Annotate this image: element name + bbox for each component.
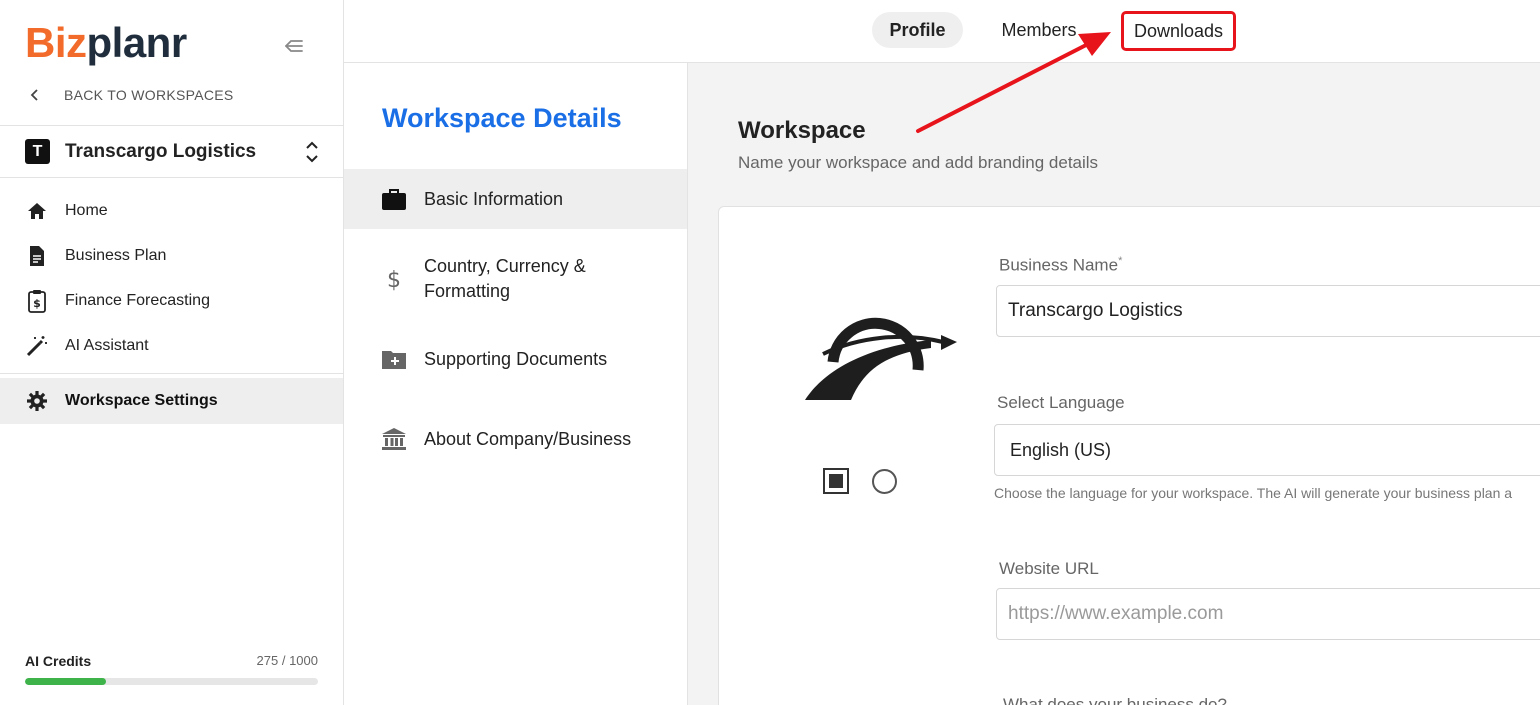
language-select[interactable]: English (US)	[994, 424, 1540, 476]
ai-credits-label: AI Credits	[25, 653, 92, 669]
workspace-logo-image[interactable]	[803, 292, 959, 407]
business-name-label: Business Name*	[999, 255, 1122, 276]
workspace-switcher[interactable]: T Transcargo Logistics	[0, 125, 343, 178]
ai-credits: AI Credits 275 / 1000	[25, 653, 318, 685]
language-help-text: Choose the language for your workspace. …	[994, 485, 1513, 501]
svg-text:$: $	[33, 297, 41, 310]
logo-circle-option[interactable]	[872, 469, 897, 494]
sidebar-item-label: Business Plan	[65, 246, 167, 264]
main-content: Workspace Name your workspace and add br…	[688, 63, 1540, 705]
bank-icon	[381, 426, 407, 452]
sidebar-item-workspace-settings[interactable]: Workspace Settings	[0, 378, 343, 424]
svg-text:$: $	[387, 268, 401, 292]
clipboard-dollar-icon: $	[25, 289, 49, 313]
document-icon	[25, 244, 49, 268]
sidebar-item-business-plan[interactable]: Business Plan	[0, 233, 343, 278]
dollar-icon: $	[381, 266, 407, 292]
home-icon	[25, 199, 49, 223]
logo-square-option[interactable]	[823, 468, 849, 494]
gear-icon	[25, 389, 49, 413]
subnav-item-label-line2: Formatting	[424, 281, 511, 301]
back-to-workspaces-label: BACK TO WORKSPACES	[64, 87, 234, 103]
chevron-left-icon	[30, 89, 38, 101]
collapse-sidebar-button[interactable]	[280, 33, 306, 59]
logo-text-biz: Biz	[25, 19, 87, 66]
business-name-input[interactable]: Transcargo Logistics	[996, 285, 1540, 337]
page-title: Workspace	[738, 117, 866, 144]
business-description-label: What does your business do?	[1003, 695, 1227, 705]
ai-credits-progress	[25, 678, 318, 685]
workspace-form-card: Business Name* Transcargo Logistics Sele…	[718, 206, 1540, 705]
subnav-item-label: About Company/Business	[424, 428, 632, 449]
chevron-up-down-icon	[306, 141, 318, 163]
workspace-details-title: Workspace Details	[382, 103, 622, 133]
sidebar-divider	[0, 373, 343, 374]
app-window: Bizplanr BACK TO WORKSPACES T Transcargo…	[0, 0, 1540, 705]
subnav-item-supporting-documents[interactable]: Supporting Documents	[344, 329, 687, 389]
website-url-label: Website URL	[999, 559, 1099, 578]
tab-profile[interactable]: Profile	[872, 12, 963, 48]
tab-members[interactable]: Members	[989, 12, 1089, 48]
subnav-item-about-company[interactable]: About Company/Business	[344, 409, 687, 469]
business-name-label-text: Business Name	[999, 255, 1119, 275]
page-subtitle: Name your workspace and add branding det…	[738, 153, 1099, 172]
tab-downloads[interactable]: Downloads	[1121, 11, 1236, 51]
logo-text-planr: planr	[86, 19, 188, 66]
workspace-avatar: T	[25, 139, 50, 164]
sidebar-item-label: Home	[65, 201, 108, 219]
subnav-item-label: Basic Information	[424, 188, 564, 209]
collapse-menu-icon	[285, 40, 303, 52]
website-url-input[interactable]: https://www.example.com	[996, 588, 1540, 640]
subnav-item-label: Supporting Documents	[424, 348, 608, 369]
ai-credits-progress-fill	[25, 678, 106, 685]
bizplanr-logo[interactable]: Bizplanr	[25, 18, 187, 68]
workspace-name: Transcargo Logistics	[65, 140, 257, 162]
language-label: Select Language	[997, 393, 1125, 412]
top-tab-bar: Profile Members Downloads	[344, 0, 1540, 63]
sidebar-item-home[interactable]: Home	[0, 188, 343, 233]
briefcase-icon	[381, 186, 407, 212]
sidebar-item-label: Finance Forecasting	[65, 291, 210, 309]
sidebar-item-ai-assistant[interactable]: AI Assistant	[0, 323, 343, 368]
magic-wand-icon	[25, 334, 49, 358]
sidebar-item-label: Workspace Settings	[65, 392, 218, 409]
workspace-details-nav: Workspace Details Basic Information $ Co…	[344, 63, 688, 705]
subnav-item-label-group: Country, Currency & Formatting	[424, 254, 586, 304]
required-mark: *	[1118, 255, 1123, 267]
ai-credits-value: 275 / 1000	[256, 653, 318, 668]
logo-square-option-selected	[829, 474, 843, 488]
sidebar-item-finance-forecasting[interactable]: $ Finance Forecasting	[0, 278, 343, 323]
back-to-workspaces-link[interactable]: BACK TO WORKSPACES	[28, 84, 234, 106]
sidebar: Bizplanr BACK TO WORKSPACES T Transcargo…	[0, 0, 344, 705]
subnav-item-label-line1: Country, Currency &	[424, 256, 586, 276]
folder-plus-icon	[381, 346, 407, 372]
sidebar-item-label: AI Assistant	[65, 336, 149, 354]
subnav-item-basic-information[interactable]: Basic Information	[344, 169, 687, 229]
subnav-item-country-currency[interactable]: $ Country, Currency & Formatting	[344, 249, 687, 309]
sidebar-nav: Home Business Plan $ Finance Forecasting…	[0, 188, 343, 368]
